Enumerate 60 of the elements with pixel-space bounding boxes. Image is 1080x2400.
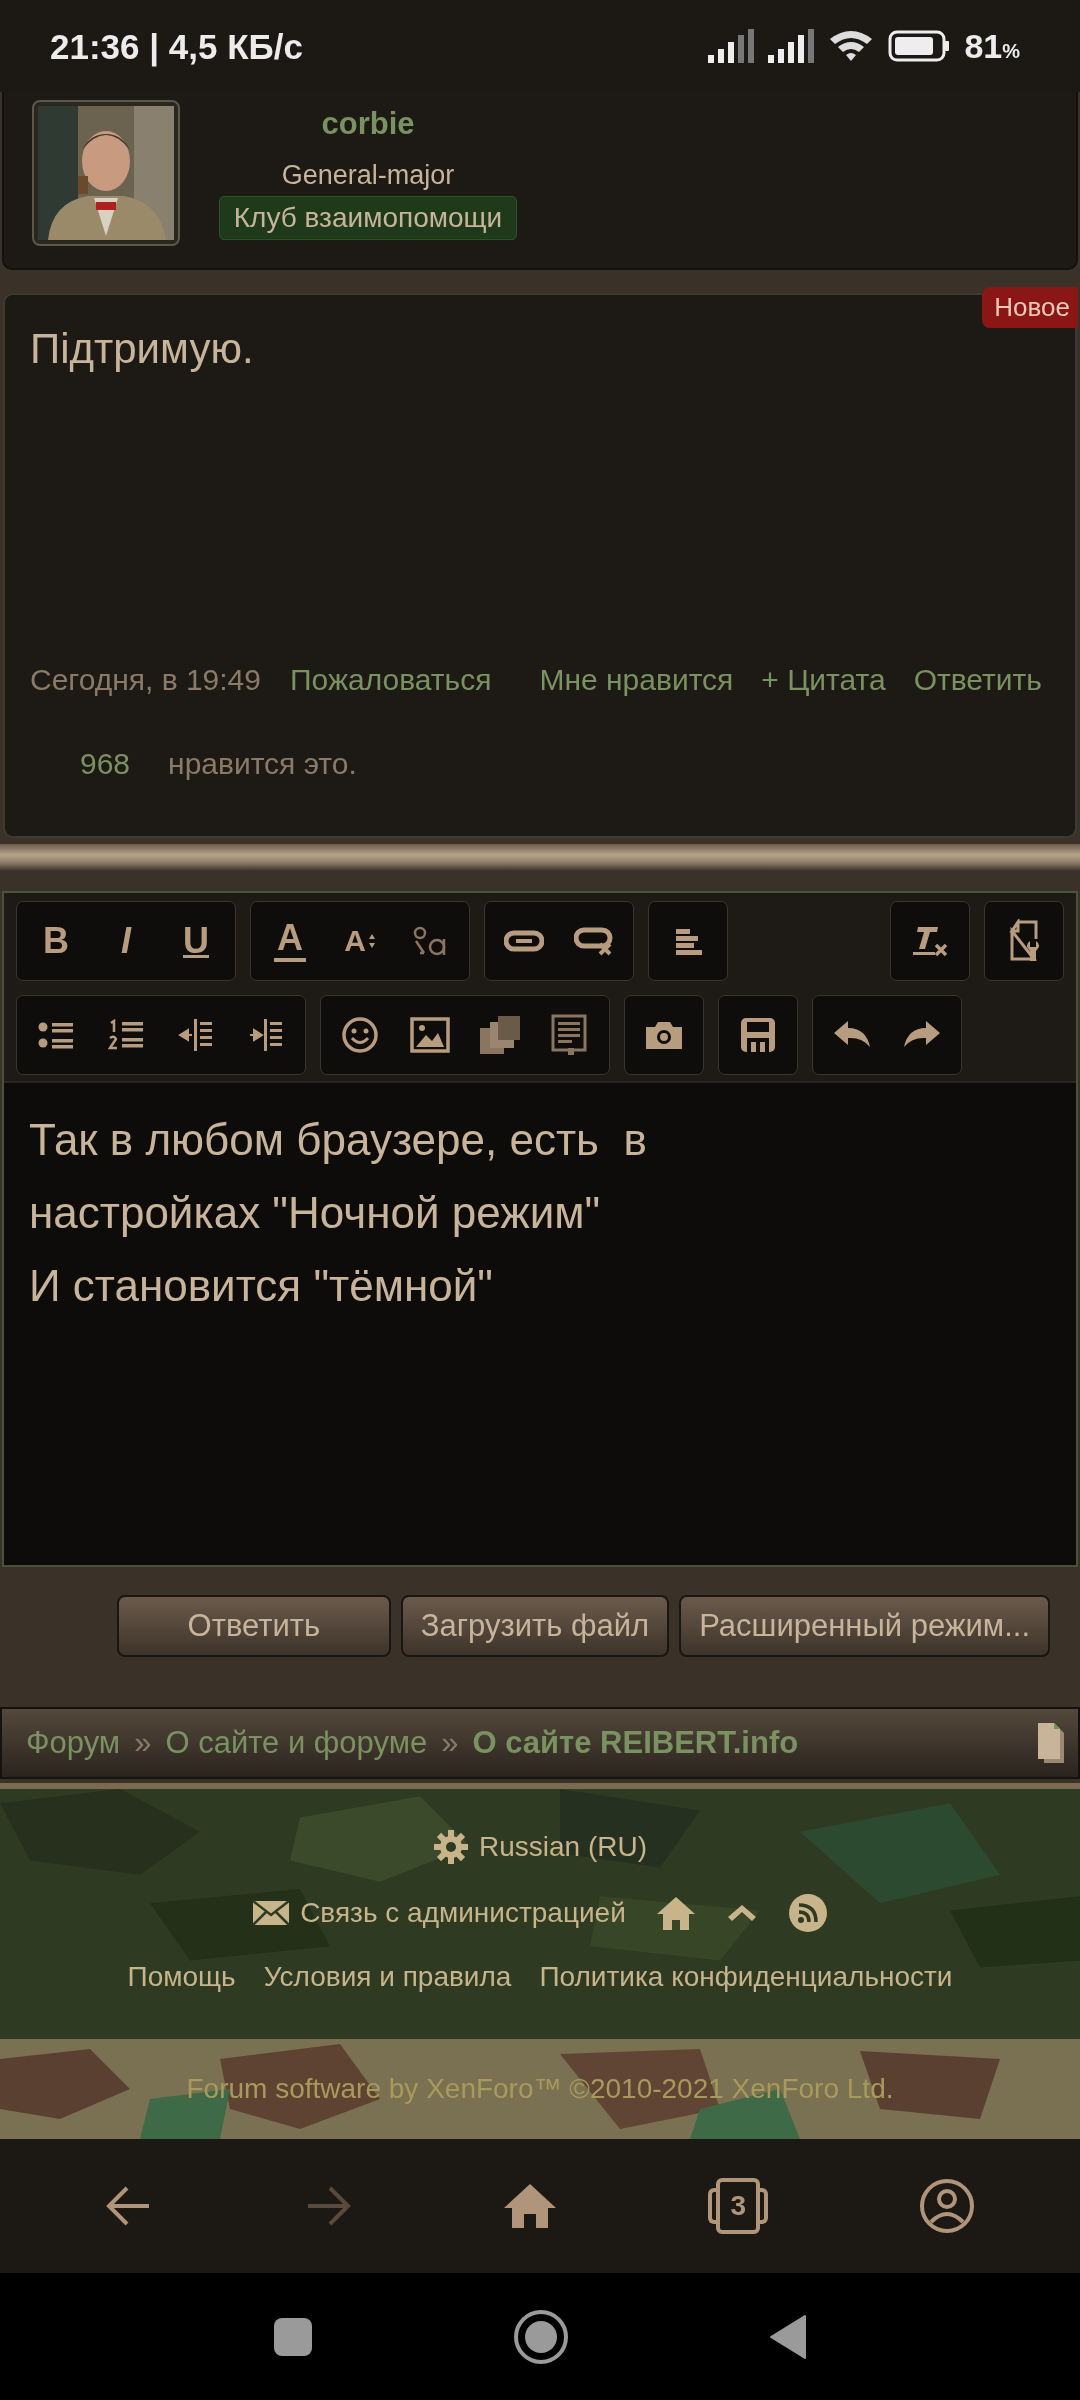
footer-link[interactable]: Условия и правила	[263, 1961, 512, 1993]
layers-icon	[478, 1014, 522, 1056]
footer-link[interactable]: Помощь	[127, 1961, 236, 1993]
gear-icon	[433, 1829, 469, 1865]
toolbar-button[interactable]: U	[161, 902, 231, 980]
status-time: 21:36 | 4,5 КБ/с	[50, 26, 303, 67]
avatar[interactable]	[32, 100, 180, 246]
toolbar-button[interactable]: I	[91, 902, 161, 980]
breadcrumb-separator: »	[441, 1725, 459, 1761]
pages-icon[interactable]	[1036, 1721, 1066, 1765]
likes-text: нравится это.	[168, 747, 357, 781]
group-badge: Клуб взаимопомощи	[218, 196, 518, 240]
link-icon	[504, 929, 544, 953]
breadcrumb-link[interactable]: О сайте и форуме	[165, 1725, 428, 1761]
post-text: Підтримую.	[30, 325, 255, 373]
home-icon[interactable]	[655, 1895, 696, 1931]
breadcrumb-separator: »	[134, 1725, 152, 1761]
contact-link[interactable]: Связь с администрацией	[300, 1897, 626, 1929]
outdent-icon	[178, 1018, 214, 1052]
username[interactable]: corbie	[321, 106, 415, 142]
signal-icon	[708, 29, 755, 63]
message-field[interactable]: Так в любом браузере, есть в настройках "Ночной режим" И становится "тёмной"	[4, 1083, 1076, 1565]
smiley-icon	[341, 1016, 379, 1054]
post-action-link[interactable]: Пожаловаться	[290, 663, 492, 697]
language-link[interactable]: Russian (RU)	[479, 1831, 647, 1863]
user-rank: General-major	[281, 160, 455, 191]
camera-icon	[644, 1019, 684, 1051]
wifi-icon	[828, 29, 875, 63]
toolbar-button[interactable]: A	[255, 902, 325, 980]
post-action-link[interactable]: + Цитата	[761, 663, 886, 697]
toolbar-button[interactable]: B	[21, 902, 91, 980]
size-arrows-icon	[367, 933, 376, 949]
home-circle-icon[interactable]	[513, 2308, 569, 2365]
mail-icon	[252, 1900, 291, 1926]
document-icon	[550, 1014, 590, 1056]
indent-icon	[248, 1018, 284, 1052]
battery-icon	[888, 30, 951, 62]
form-button[interactable]: Загрузить файл	[400, 1595, 670, 1657]
likes-count[interactable]: 968	[80, 747, 131, 781]
recents-icon[interactable]	[273, 2316, 313, 2357]
toolbar-button[interactable]: A	[325, 902, 395, 980]
rss-icon[interactable]	[787, 1893, 828, 1933]
post-action-link[interactable]: Ответить	[913, 663, 1042, 697]
breadcrumb-link[interactable]: Форум	[26, 1725, 121, 1761]
post-date[interactable]: Сегодня, в 19:49	[30, 663, 261, 697]
signal-icon	[768, 29, 815, 63]
form-button[interactable]: Ответить	[116, 1595, 391, 1657]
bullet-list-icon	[38, 1020, 74, 1050]
footer-link[interactable]: Политика конфиденциальности	[539, 1961, 953, 1993]
form-button[interactable]: Расширенный режим...	[679, 1595, 1050, 1657]
new-badge: Новое	[982, 287, 1078, 328]
post-action-link[interactable]: Мне нравится	[539, 663, 734, 697]
unlink-icon	[574, 926, 614, 956]
align-left-icon	[673, 926, 703, 956]
image-icon	[410, 1017, 450, 1053]
battery-level: 81%	[964, 26, 1020, 66]
account-icon[interactable]	[918, 2178, 975, 2234]
breadcrumb-link[interactable]: О сайте REIBERT.info	[472, 1725, 799, 1761]
numbered-list-icon	[108, 1019, 144, 1051]
back-triangle-icon[interactable]	[769, 2313, 807, 2360]
